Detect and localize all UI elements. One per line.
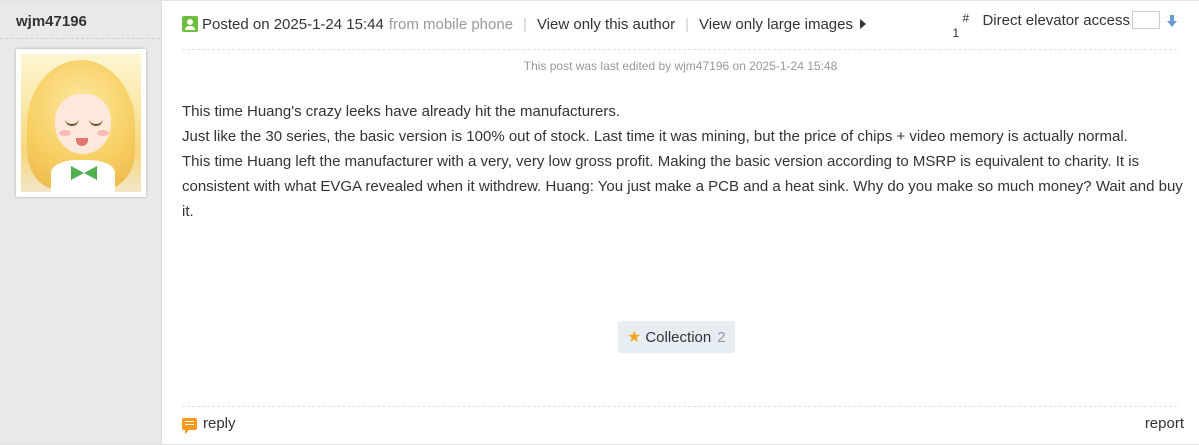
caret-right-icon — [859, 18, 866, 29]
star-icon: ★ — [627, 329, 642, 346]
view-only-author-link[interactable]: View only this author — [537, 16, 675, 33]
posted-on: Posted on 2025-1-24 15:44 — [202, 15, 384, 33]
forum-post: wjm47196 Posted on 2025-1-24 15:44 from … — [0, 0, 1199, 445]
author-sidebar: wjm47196 — [0, 1, 162, 444]
post-paragraph: This time Huang's crazy leeks have alrea… — [182, 103, 621, 120]
reply-label: reply — [203, 415, 236, 432]
floor-number: # 1 — [952, 11, 970, 41]
reply-button[interactable]: reply — [182, 415, 236, 434]
view-large-images-label: View only large images — [699, 15, 853, 33]
post-content: Posted on 2025-1-24 15:44 from mobile ph… — [162, 1, 1199, 444]
footer-divider — [182, 406, 1177, 407]
edit-note: This post was last edited by wjm47196 on… — [523, 59, 838, 73]
post-paragraph: Just like the 30 series, the basic versi… — [182, 128, 1128, 145]
elevator-label: Direct elevator access — [982, 12, 1130, 29]
post-body: This time Huang's crazy leeks have alrea… — [182, 99, 1183, 224]
floor-num: 1 — [952, 26, 960, 40]
avatar — [21, 54, 141, 192]
author-divider — [0, 38, 160, 39]
meta-divider — [182, 49, 1177, 50]
collection-label: Collection — [645, 328, 712, 346]
post-paragraph: This time Huang left the manufacturer wi… — [182, 153, 1183, 220]
separator: | — [685, 15, 689, 33]
floor-hash: # — [962, 11, 970, 25]
collection-button[interactable]: ★ Collection 2 — [618, 321, 735, 353]
report-link[interactable]: report — [1145, 415, 1184, 432]
separator: | — [523, 15, 527, 33]
avatar-frame[interactable] — [16, 49, 146, 197]
floor-elevator: # 1 Direct elevator access — [952, 11, 1177, 41]
collection-count: 2 — [717, 328, 726, 346]
elevator-input[interactable] — [1132, 11, 1160, 29]
user-icon — [182, 16, 198, 32]
view-large-images-link[interactable]: View only large images — [699, 16, 866, 33]
reply-icon — [182, 417, 197, 434]
posted-from: from mobile phone — [388, 15, 514, 33]
author-username[interactable]: wjm47196 — [16, 13, 87, 30]
arrow-down-icon[interactable] — [1167, 15, 1177, 28]
